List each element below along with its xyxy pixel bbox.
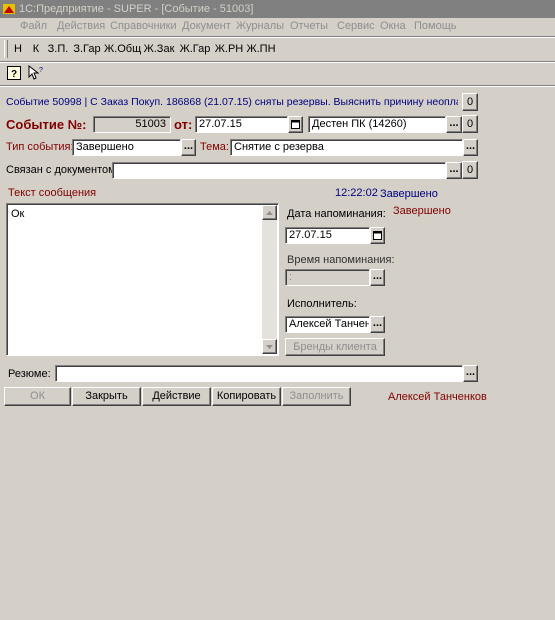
divider [0, 62, 555, 63]
executor-field[interactable]: Алексей Танченк [285, 316, 370, 333]
scroll-down-button[interactable] [262, 339, 277, 354]
toolbar-btn-zgar[interactable]: З.Гар [72, 40, 102, 58]
reminder-time-select-button[interactable]: ... [370, 269, 385, 286]
event-number-field[interactable]: 51003 [93, 116, 171, 133]
event-number-label: Событие №: [6, 117, 87, 132]
info-line-button[interactable]: 0 [462, 93, 478, 111]
close-button[interactable]: Закрыть [72, 387, 141, 406]
toolbar-btn-k[interactable]: К [29, 40, 43, 58]
organization-field[interactable]: Дестен ПК (14260) [308, 116, 446, 133]
toolbar-btn-zhobsh[interactable]: Ж.Общ [104, 40, 141, 58]
calendar-icon [373, 231, 382, 240]
scroll-up-button[interactable] [262, 205, 277, 220]
menu-help[interactable]: Помощь [414, 20, 457, 32]
message-text: Ок [11, 208, 25, 220]
linked-document-label: Связан с документом: [6, 164, 119, 176]
toolbar-grip[interactable] [4, 40, 8, 58]
executor-select-button[interactable]: ... [370, 316, 385, 333]
svg-text:?: ? [39, 67, 43, 74]
arrow-up-icon [266, 211, 273, 215]
window-title: 1С:Предприятие - SUPER - [Событие - 5100… [19, 3, 254, 15]
message-status-secondary: Завершено [393, 205, 451, 217]
event-zero-button[interactable]: 0 [462, 115, 478, 133]
toolbar-btn-zhpn[interactable]: Ж.ПН [246, 40, 276, 58]
reminder-date-label: Дата напоминания: [287, 208, 386, 220]
event-type-select-button[interactable]: ... [181, 139, 196, 156]
resume-label: Резюме: [8, 368, 51, 380]
menu-document[interactable]: Документ [182, 20, 231, 32]
message-status: Завершено [380, 188, 438, 200]
message-textarea[interactable]: Ок [6, 203, 279, 356]
menu-file[interactable]: Файл [20, 20, 47, 32]
event-date-label: от: [174, 117, 193, 132]
theme-label: Тема: [200, 141, 229, 153]
linked-document-zero-button[interactable]: 0 [462, 161, 478, 179]
calendar-icon [291, 120, 300, 129]
event-date-field[interactable]: 27.07.15 [195, 116, 288, 133]
organization-select-button[interactable]: ... [446, 116, 462, 133]
menu-actions[interactable]: Действия [57, 20, 105, 32]
menu-service[interactable]: Сервис [337, 20, 375, 32]
message-scrollbar[interactable] [262, 205, 277, 354]
theme-field[interactable]: Снятие с резерва [230, 139, 463, 156]
app-logo-icon [3, 4, 15, 14]
client-brands-button[interactable]: Бренды клиента [285, 338, 385, 356]
menu-reports[interactable]: Отчеты [290, 20, 328, 32]
help-icon[interactable]: ? [7, 66, 21, 80]
linked-document-select-button[interactable]: ... [446, 162, 462, 179]
reminder-time-field[interactable]: : [285, 269, 370, 286]
action-button[interactable]: Действие [142, 387, 211, 406]
reminder-time-label: Время напоминания: [287, 254, 395, 266]
menu-journals[interactable]: Журналы [236, 20, 284, 32]
svg-text:?: ? [11, 69, 17, 80]
author-name: Алексей Танченков [388, 391, 487, 403]
arrow-down-icon [266, 345, 273, 349]
reminder-calendar-button[interactable] [370, 227, 385, 244]
event-type-label: Тип события: [6, 141, 74, 153]
fill-button[interactable]: Заполнить [282, 387, 351, 406]
message-text-label: Текст сообщения [8, 187, 97, 199]
executor-label: Исполнитель: [287, 298, 357, 310]
divider [0, 86, 555, 87]
title-bar: 1С:Предприятие - SUPER - [Событие - 5100… [0, 0, 555, 18]
copy-button[interactable]: Копировать [212, 387, 281, 406]
message-time: 12:22:02 [335, 187, 378, 199]
toolbar-btn-zhzak[interactable]: Ж.Зак [142, 40, 176, 58]
menu-windows[interactable]: Окна [380, 20, 406, 32]
toolbar-btn-n[interactable]: Н [11, 40, 25, 58]
theme-select-button[interactable]: ... [463, 139, 478, 156]
divider [0, 37, 555, 38]
resume-field[interactable] [55, 365, 463, 382]
whatsthis-pointer-icon[interactable]: ? [27, 65, 43, 81]
menu-bar: Файл Действия Справочники Документ Журна… [0, 18, 555, 36]
info-line-text: Событие 50998 | С Заказ Покуп. 186868 (2… [6, 96, 458, 108]
toolbar-btn-zhgar[interactable]: Ж.Гар [178, 40, 212, 58]
ok-button[interactable]: ОК [4, 387, 71, 406]
menu-references[interactable]: Справочники [110, 20, 177, 32]
resume-select-button[interactable]: ... [463, 365, 478, 382]
reminder-date-field[interactable]: 27.07.15 [285, 227, 370, 244]
toolbar-btn-zp[interactable]: З.П. [46, 40, 70, 58]
event-type-field[interactable]: Завершено [72, 139, 181, 156]
linked-document-field[interactable] [112, 162, 446, 179]
calendar-button[interactable] [288, 116, 303, 133]
toolbar-btn-zhrn[interactable]: Ж.РН [213, 40, 245, 58]
